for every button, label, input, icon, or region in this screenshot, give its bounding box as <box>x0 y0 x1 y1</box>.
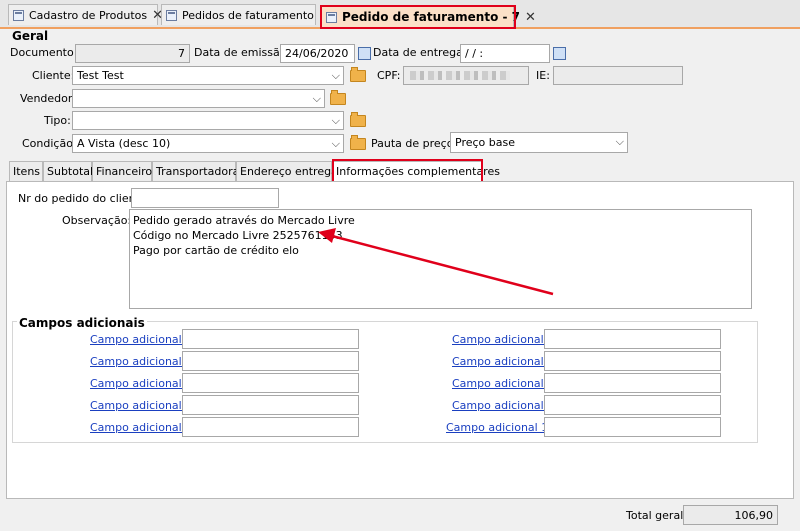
annotation-arrow <box>318 228 554 296</box>
arrow-head <box>318 228 336 243</box>
arrow-line <box>331 234 554 296</box>
